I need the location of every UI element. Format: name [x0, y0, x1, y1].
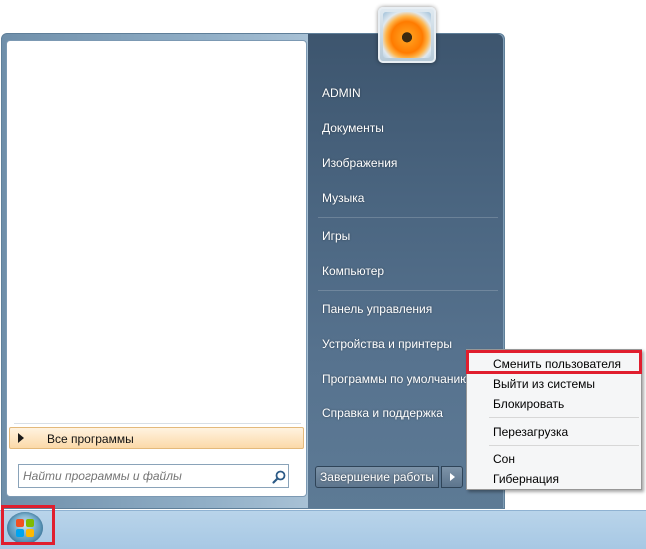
all-programs-button[interactable]: Все программы	[9, 427, 304, 449]
search-icon[interactable]	[271, 469, 287, 485]
menu-separator	[489, 445, 639, 446]
chevron-right-icon	[450, 473, 455, 481]
search-box[interactable]	[18, 464, 289, 488]
right-item-games[interactable]: Игры	[322, 229, 350, 243]
menu-item-sleep[interactable]: Сон	[493, 452, 515, 466]
right-item-documents[interactable]: Документы	[322, 121, 384, 135]
start-button-highlight	[1, 505, 55, 545]
expand-arrow-icon	[18, 433, 24, 443]
right-item-control-panel[interactable]: Панель управления	[322, 302, 432, 316]
programs-divider	[14, 423, 301, 424]
shutdown-options-button[interactable]	[441, 466, 463, 488]
menu-separator	[489, 417, 639, 418]
menu-item-log-off[interactable]: Выйти из системы	[493, 377, 595, 391]
shutdown-button[interactable]: Завершение работы	[315, 466, 439, 488]
menu-item-hibernate[interactable]: Гибернация	[493, 472, 559, 486]
right-separator	[318, 290, 498, 291]
flower-avatar-icon	[383, 12, 431, 58]
all-programs-label: Все программы	[47, 432, 134, 446]
right-item-admin[interactable]: ADMIN	[322, 86, 361, 100]
right-item-pictures[interactable]: Изображения	[322, 156, 397, 170]
search-input[interactable]	[23, 467, 263, 485]
right-item-defaults[interactable]: Программы по умолчанию	[322, 372, 469, 386]
right-item-devices[interactable]: Устройства и принтеры	[322, 337, 452, 351]
menu-item-restart[interactable]: Перезагрузка	[493, 425, 568, 439]
menu-item-lock[interactable]: Блокировать	[493, 397, 564, 411]
right-separator	[318, 217, 498, 218]
switch-user-highlight	[466, 350, 642, 374]
taskbar	[0, 510, 646, 549]
right-item-help[interactable]: Справка и поддержка	[322, 406, 443, 420]
right-item-computer[interactable]: Компьютер	[322, 264, 384, 278]
user-picture[interactable]	[378, 7, 436, 63]
right-item-music[interactable]: Музыка	[322, 191, 364, 205]
